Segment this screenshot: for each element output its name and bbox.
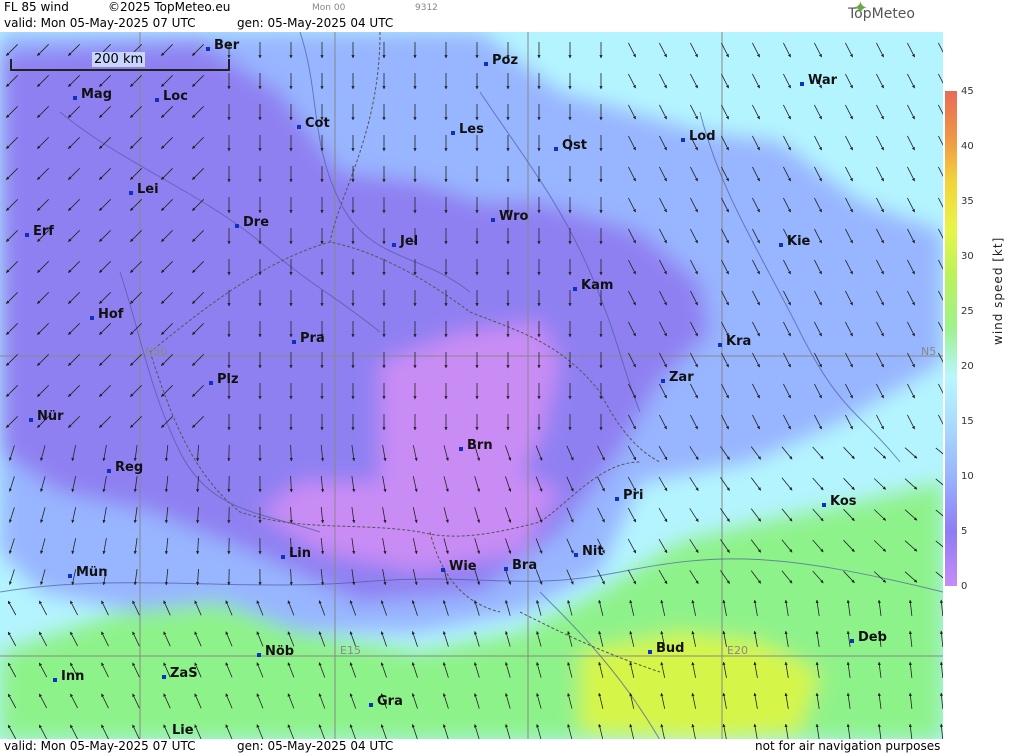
city-marker: Inn: [53, 669, 84, 684]
city-marker: Wro: [491, 209, 528, 224]
disclaimer: not for air navigation purposes: [755, 739, 941, 753]
wind-map: 200 km N50 N5 E15 E20 Ber Poz War Mag Lo…: [0, 32, 943, 740]
legend-title: wind speed [kt]: [991, 236, 1005, 345]
city-marker: Wie: [441, 559, 477, 574]
compass-star-icon: ✦: [852, 0, 868, 19]
copyright: ©2025 TopMeteo.eu: [108, 0, 231, 14]
city-marker: Les: [451, 122, 484, 137]
city-marker: Jel: [392, 234, 418, 249]
city-marker: Poz: [484, 53, 518, 68]
city-marker: Zar: [661, 370, 694, 385]
lat-label-n50: N50: [145, 345, 168, 358]
city-marker: Bra: [504, 558, 537, 573]
city-marker: Pri: [615, 488, 643, 503]
legend-tick: 35: [961, 196, 974, 207]
footer-gen: gen: 05-May-2025 04 UTC: [237, 739, 394, 753]
footer-valid: valid: Mon 05-May-2025 07 UTC: [4, 739, 196, 753]
city-marker: Hof: [90, 307, 123, 322]
wind-field: [0, 32, 943, 740]
legend-tick: 25: [961, 306, 974, 317]
city-marker: Erf: [25, 224, 54, 239]
legend: 45 40 35 30 25 20 15 10 5 0 wind speed […: [943, 0, 1033, 754]
lat-label-n50-right: N5: [921, 345, 937, 358]
legend-tick: 5: [961, 526, 968, 537]
city-marker: Pra: [292, 331, 325, 346]
city-marker: Gra: [369, 694, 403, 709]
legend-tick: 15: [961, 416, 974, 427]
legend-tick: 45: [961, 86, 974, 97]
city-marker: Lin: [281, 546, 311, 561]
legend-tick: 10: [961, 471, 974, 482]
city-marker: Nür: [29, 409, 64, 424]
legend-tick: 20: [961, 361, 974, 372]
city-marker: Cot: [297, 116, 330, 131]
colorbar: [945, 91, 957, 586]
legend-tick: 0: [961, 581, 968, 592]
city-marker: Loc: [155, 89, 188, 104]
city-marker: Bud: [648, 641, 684, 656]
city-marker: War: [800, 73, 837, 88]
valid-time: valid: Mon 05-May-2025 07 UTC: [4, 16, 196, 30]
lon-label-e15: E15: [340, 644, 361, 657]
city-marker: Mün: [68, 565, 107, 580]
product-title: FL 85 wind: [4, 0, 69, 14]
code-label: 9312: [415, 3, 438, 13]
city-marker: Nit: [574, 544, 604, 559]
city-marker: Lei: [129, 182, 159, 197]
city-marker: Deb: [850, 630, 887, 645]
city-marker: ZaS: [162, 666, 198, 681]
city-marker: Ost: [554, 138, 587, 153]
city-marker: Dre: [235, 215, 269, 230]
gen-time: gen: 05-May-2025 04 UTC: [237, 16, 394, 30]
city-marker: Kos: [822, 494, 857, 509]
scale-label: 200 km: [92, 52, 146, 67]
legend-tick: 40: [961, 141, 974, 152]
legend-tick: 30: [961, 251, 974, 262]
city-marker: Lod: [681, 129, 716, 144]
run-tag: Mon 00: [312, 3, 346, 13]
header: FL 85 wind ©2025 TopMeteo.eu Mon 00 9312…: [0, 0, 943, 32]
city-marker: Nöb: [257, 644, 294, 659]
city-marker: Lie: [172, 723, 194, 738]
footer: valid: Mon 05-May-2025 07 UTC gen: 05-Ma…: [0, 739, 943, 754]
city-marker: Ber: [206, 38, 239, 53]
city-marker: Kam: [573, 278, 613, 293]
lon-label-e20: E20: [727, 644, 748, 657]
city-marker: Mag: [73, 87, 112, 102]
city-marker: Reg: [107, 460, 143, 475]
city-marker: Kie: [779, 234, 810, 249]
city-marker: Brn: [459, 438, 493, 453]
city-marker: Plz: [209, 372, 239, 387]
city-marker: Kra: [718, 334, 751, 349]
